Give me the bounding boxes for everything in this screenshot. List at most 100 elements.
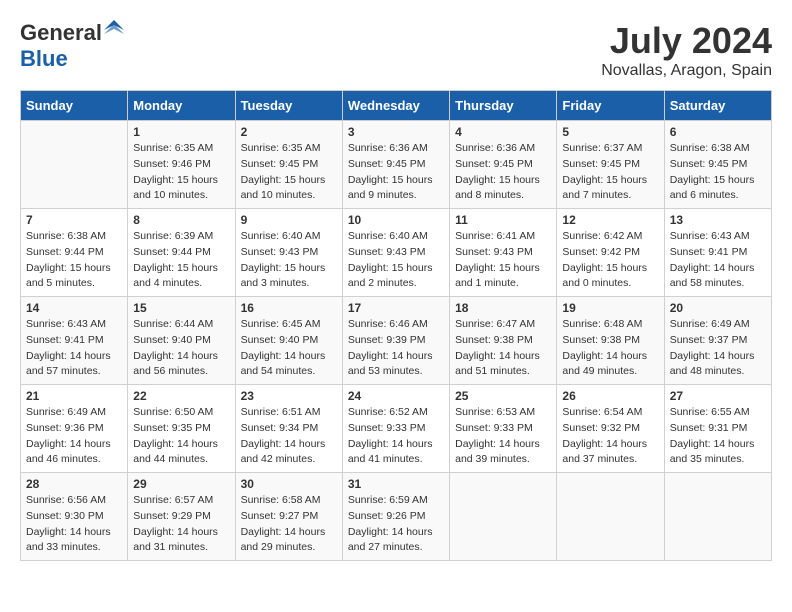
day-number: 18 (455, 301, 551, 315)
sunrise: Sunrise: 6:58 AM (241, 494, 321, 506)
sunrise: Sunrise: 6:53 AM (455, 406, 535, 418)
day-info: Sunrise: 6:46 AMSunset: 9:39 PMDaylight:… (348, 317, 444, 380)
calendar-cell (664, 473, 771, 561)
logo: General Blue (20, 20, 124, 72)
day-info: Sunrise: 6:44 AMSunset: 9:40 PMDaylight:… (133, 317, 229, 380)
calendar-cell (450, 473, 557, 561)
daylight: Daylight: 15 hours and 8 minutes. (455, 174, 540, 202)
calendar-table: SundayMondayTuesdayWednesdayThursdayFrid… (20, 90, 772, 561)
day-number: 11 (455, 213, 551, 227)
sunrise: Sunrise: 6:43 AM (26, 318, 106, 330)
day-number: 14 (26, 301, 122, 315)
calendar-cell: 8Sunrise: 6:39 AMSunset: 9:44 PMDaylight… (128, 209, 235, 297)
day-number: 13 (670, 213, 766, 227)
logo-text: General Blue (20, 20, 124, 72)
sunrise: Sunrise: 6:40 AM (241, 230, 321, 242)
calendar-cell: 5Sunrise: 6:37 AMSunset: 9:45 PMDaylight… (557, 121, 664, 209)
daylight: Daylight: 14 hours and 49 minutes. (562, 350, 647, 378)
day-number: 5 (562, 125, 658, 139)
weekday-header-saturday: Saturday (664, 91, 771, 121)
calendar-cell: 30Sunrise: 6:58 AMSunset: 9:27 PMDayligh… (235, 473, 342, 561)
day-number: 8 (133, 213, 229, 227)
calendar-cell: 24Sunrise: 6:52 AMSunset: 9:33 PMDayligh… (342, 385, 449, 473)
day-info: Sunrise: 6:36 AMSunset: 9:45 PMDaylight:… (348, 141, 444, 204)
sunset: Sunset: 9:40 PM (241, 334, 319, 346)
daylight: Daylight: 15 hours and 2 minutes. (348, 262, 433, 290)
day-info: Sunrise: 6:35 AMSunset: 9:46 PMDaylight:… (133, 141, 229, 204)
daylight: Daylight: 15 hours and 1 minute. (455, 262, 540, 290)
daylight: Daylight: 14 hours and 39 minutes. (455, 438, 540, 466)
sunrise: Sunrise: 6:57 AM (133, 494, 213, 506)
day-info: Sunrise: 6:51 AMSunset: 9:34 PMDaylight:… (241, 405, 337, 468)
day-number: 28 (26, 477, 122, 491)
calendar-cell: 14Sunrise: 6:43 AMSunset: 9:41 PMDayligh… (21, 297, 128, 385)
sunset: Sunset: 9:39 PM (348, 334, 426, 346)
sunset: Sunset: 9:44 PM (26, 246, 104, 258)
calendar-cell: 9Sunrise: 6:40 AMSunset: 9:43 PMDaylight… (235, 209, 342, 297)
sunrise: Sunrise: 6:52 AM (348, 406, 428, 418)
sunset: Sunset: 9:40 PM (133, 334, 211, 346)
day-info: Sunrise: 6:40 AMSunset: 9:43 PMDaylight:… (241, 229, 337, 292)
location: Novallas, Aragon, Spain (601, 62, 772, 80)
day-info: Sunrise: 6:48 AMSunset: 9:38 PMDaylight:… (562, 317, 658, 380)
sunset: Sunset: 9:26 PM (348, 510, 426, 522)
sunrise: Sunrise: 6:41 AM (455, 230, 535, 242)
day-info: Sunrise: 6:41 AM Sunset: 9:43 PM Daylight:… (455, 229, 551, 292)
calendar-cell: 25Sunrise: 6:53 AMSunset: 9:33 PMDayligh… (450, 385, 557, 473)
day-number: 20 (670, 301, 766, 315)
sunrise: Sunrise: 6:39 AM (133, 230, 213, 242)
day-info: Sunrise: 6:47 AMSunset: 9:38 PMDaylight:… (455, 317, 551, 380)
sunset: Sunset: 9:41 PM (670, 246, 748, 258)
sunrise: Sunrise: 6:55 AM (670, 406, 750, 418)
day-info: Sunrise: 6:43 AMSunset: 9:41 PMDaylight:… (26, 317, 122, 380)
day-number: 1 (133, 125, 229, 139)
day-number: 24 (348, 389, 444, 403)
day-info: Sunrise: 6:38 AMSunset: 9:45 PMDaylight:… (670, 141, 766, 204)
sunrise: Sunrise: 6:45 AM (241, 318, 321, 330)
sunrise: Sunrise: 6:48 AM (562, 318, 642, 330)
sunset: Sunset: 9:42 PM (562, 246, 640, 258)
sunrise: Sunrise: 6:43 AM (670, 230, 750, 242)
sunrise: Sunrise: 6:38 AM (26, 230, 106, 242)
daylight: Daylight: 14 hours and 29 minutes. (241, 526, 326, 554)
day-number: 19 (562, 301, 658, 315)
calendar-week-row: 7Sunrise: 6:38 AMSunset: 9:44 PMDaylight… (21, 209, 772, 297)
daylight: Daylight: 14 hours and 35 minutes. (670, 438, 755, 466)
daylight: Daylight: 15 hours and 10 minutes. (133, 174, 218, 202)
day-info: Sunrise: 6:55 AM Sunset: 9:31 PM Daylight:… (670, 405, 766, 468)
sunrise: Sunrise: 6:50 AM (133, 406, 213, 418)
sunset: Sunset: 9:31 PM (670, 422, 748, 434)
day-number: 4 (455, 125, 551, 139)
calendar-cell: 12Sunrise: 6:42 AMSunset: 9:42 PMDayligh… (557, 209, 664, 297)
calendar-cell: 22Sunrise: 6:50 AMSunset: 9:35 PMDayligh… (128, 385, 235, 473)
sunset: Sunset: 9:27 PM (241, 510, 319, 522)
calendar-cell: 7Sunrise: 6:38 AMSunset: 9:44 PMDaylight… (21, 209, 128, 297)
day-info: Sunrise: 6:40 AMSunset: 9:43 PMDaylight:… (348, 229, 444, 292)
calendar-cell: 11 Sunrise: 6:41 AM Sunset: 9:43 PM Dayligh… (450, 209, 557, 297)
logo-general: General (20, 20, 102, 45)
sunset: Sunset: 9:45 PM (241, 158, 319, 170)
sunset: Sunset: 9:43 PM (455, 246, 533, 258)
calendar-cell (557, 473, 664, 561)
sunrise: Sunrise: 6:36 AM (455, 142, 535, 154)
calendar-cell: 18 Sunrise: 6:47 AMSunset: 9:38 PMDayligh… (450, 297, 557, 385)
day-info: Sunrise: 6:56 AMSunset: 9:30 PMDaylight:… (26, 493, 122, 556)
day-number: 29 (133, 477, 229, 491)
daylight: Daylight: 15 hours and 3 minutes. (241, 262, 326, 290)
sunrise: Sunrise: 6:49 AM (670, 318, 750, 330)
daylight: Daylight: 14 hours and 33 minutes. (26, 526, 111, 554)
sunrise: Sunrise: 6:49 AM (26, 406, 106, 418)
daylight: Daylight: 14 hours and 46 minutes. (26, 438, 111, 466)
sunset: Sunset: 9:41 PM (26, 334, 104, 346)
day-number: 3 (348, 125, 444, 139)
day-number: 2 (241, 125, 337, 139)
weekday-header-thursday: Thursday (450, 91, 557, 121)
weekday-header-row: SundayMondayTuesdayWednesdayThursdayFrid… (21, 91, 772, 121)
sunset: Sunset: 9:43 PM (348, 246, 426, 258)
sunset: Sunset: 9:45 PM (348, 158, 426, 170)
day-number: 27 (670, 389, 766, 403)
day-info: Sunrise: 6:36 AMSunset: 9:45 PMDaylight:… (455, 141, 551, 204)
daylight: Daylight: 14 hours and 27 minutes. (348, 526, 433, 554)
weekday-header-sunday: Sunday (21, 91, 128, 121)
sunrise: Sunrise: 6:47 AM (455, 318, 535, 330)
